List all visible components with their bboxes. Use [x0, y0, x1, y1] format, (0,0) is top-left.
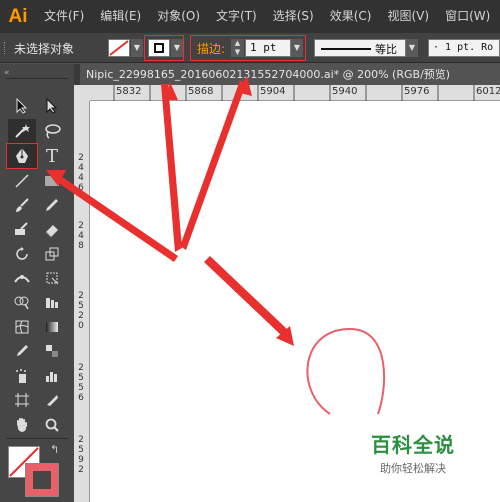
annotation-arrows [46, 76, 294, 346]
annotation-arrow [204, 256, 288, 336]
annotation-arrow [161, 84, 182, 252]
annotation-arrow [180, 80, 246, 250]
annotation-arrow [54, 174, 178, 262]
